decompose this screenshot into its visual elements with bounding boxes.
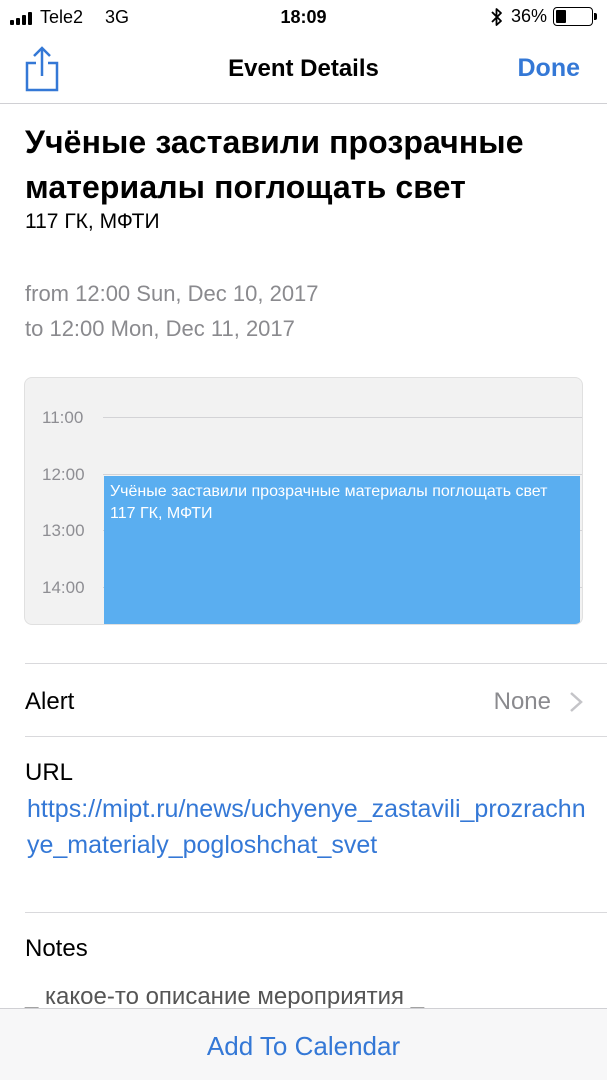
event-end-time: to 12:00 Mon, Dec 11, 2017 [25,316,295,341]
day-view-preview[interactable]: 11:00 12:00 13:00 14:00 Учёные заставили… [24,377,583,625]
divider [25,912,607,913]
hour-label: 14:00 [42,578,85,597]
notes-text: _ какое-то описание мероприятия _ [25,983,425,1010]
url-link[interactable]: https://mipt.ru/news/uchyenye_zastavili_… [27,791,587,863]
status-right: 36% [491,6,597,27]
event-start-time: from 12:00 Sun, Dec 10, 2017 [25,281,319,306]
page-title: Event Details [228,55,379,82]
battery-icon [553,7,597,26]
bottom-toolbar: Add To Calendar [0,1008,607,1080]
hour-label: 12:00 [42,465,85,484]
event-block[interactable]: Учёные заставили прозрачные материалы по… [104,476,580,624]
hour-label: 11:00 [42,408,84,427]
done-button[interactable]: Done [518,54,581,83]
url-label: URL [25,759,74,786]
hour-line [103,417,582,418]
alert-label: Alert [25,688,75,715]
divider [25,736,607,737]
bluetooth-icon [491,7,502,26]
divider [25,663,607,664]
event-block-location: 117 ГК, МФТИ [110,505,213,522]
battery-percent: 36% [510,6,547,26]
notes-label: Notes [25,935,88,962]
nav-bar: Event Details Done [0,34,607,104]
event-location: 117 ГК, МФТИ [25,210,160,233]
hour-label: 13:00 [42,521,85,540]
hour-line [103,474,582,475]
event-block-title: Учёные заставили прозрачные материалы по… [110,483,548,500]
add-to-calendar-button[interactable]: Add To Calendar [0,1031,607,1062]
chevron-right-icon[interactable] [569,691,583,713]
event-title: Учёные заставили прозрачные материалы по… [25,124,524,205]
status-bar: Tele2 3G 18:09 36% [0,0,607,34]
alert-value[interactable]: None [494,688,551,716]
